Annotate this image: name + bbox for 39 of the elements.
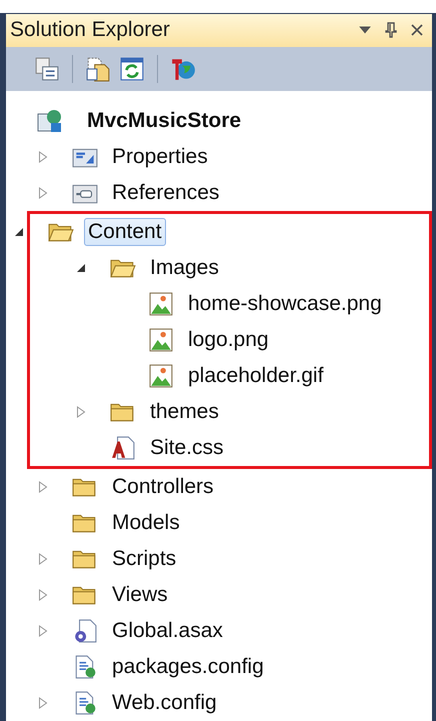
properties-icon[interactable] bbox=[34, 56, 60, 82]
collapsed-arrow-icon[interactable] bbox=[38, 589, 48, 601]
image-file-icon bbox=[148, 364, 174, 388]
close-icon[interactable] bbox=[410, 22, 424, 38]
tree-item[interactable]: Controllers bbox=[108, 473, 218, 501]
tree-item[interactable]: placeholder.gif bbox=[184, 362, 328, 390]
collapsed-arrow-icon[interactable] bbox=[38, 187, 48, 199]
tree-item[interactable]: Content bbox=[84, 218, 166, 246]
tree-item[interactable]: themes bbox=[146, 398, 223, 426]
collapsed-arrow-icon[interactable] bbox=[38, 151, 48, 163]
tree-item[interactable]: packages.config bbox=[108, 653, 268, 681]
tree-item[interactable]: References bbox=[108, 179, 224, 207]
show-all-files-icon[interactable] bbox=[85, 56, 111, 82]
tree-item[interactable]: Scripts bbox=[108, 545, 180, 573]
tree-item[interactable]: home-showcase.png bbox=[184, 290, 386, 318]
tree-item[interactable]: Views bbox=[108, 581, 172, 609]
collapsed-arrow-icon[interactable] bbox=[38, 481, 48, 493]
tree-item[interactable]: Models bbox=[108, 509, 184, 537]
collapsed-arrow-icon[interactable] bbox=[76, 406, 86, 418]
project-name[interactable]: MvcMusicStore bbox=[83, 107, 246, 135]
image-file-icon bbox=[148, 328, 174, 352]
expanded-arrow-icon[interactable] bbox=[76, 262, 86, 274]
tree-item[interactable]: logo.png bbox=[184, 326, 273, 354]
gear-file-icon bbox=[72, 619, 98, 643]
refresh-icon[interactable] bbox=[119, 56, 145, 82]
tree-item[interactable]: Web.config bbox=[108, 689, 221, 717]
tree-item[interactable]: Site.css bbox=[146, 434, 228, 462]
collapsed-arrow-icon[interactable] bbox=[38, 553, 48, 565]
csharp-project-icon bbox=[37, 109, 63, 133]
panel-title: Solution Explorer bbox=[10, 18, 171, 42]
tree-item[interactable]: Global.asax bbox=[108, 617, 227, 645]
collapsed-arrow-icon[interactable] bbox=[38, 625, 48, 637]
image-file-icon bbox=[148, 292, 174, 316]
expanded-arrow-icon[interactable] bbox=[14, 226, 24, 238]
stylesheet-icon bbox=[110, 436, 136, 460]
pin-icon[interactable] bbox=[384, 22, 398, 38]
collapsed-arrow-icon[interactable] bbox=[38, 697, 48, 709]
tree-item[interactable]: Properties bbox=[108, 143, 212, 171]
tree-item[interactable]: Images bbox=[146, 254, 223, 282]
